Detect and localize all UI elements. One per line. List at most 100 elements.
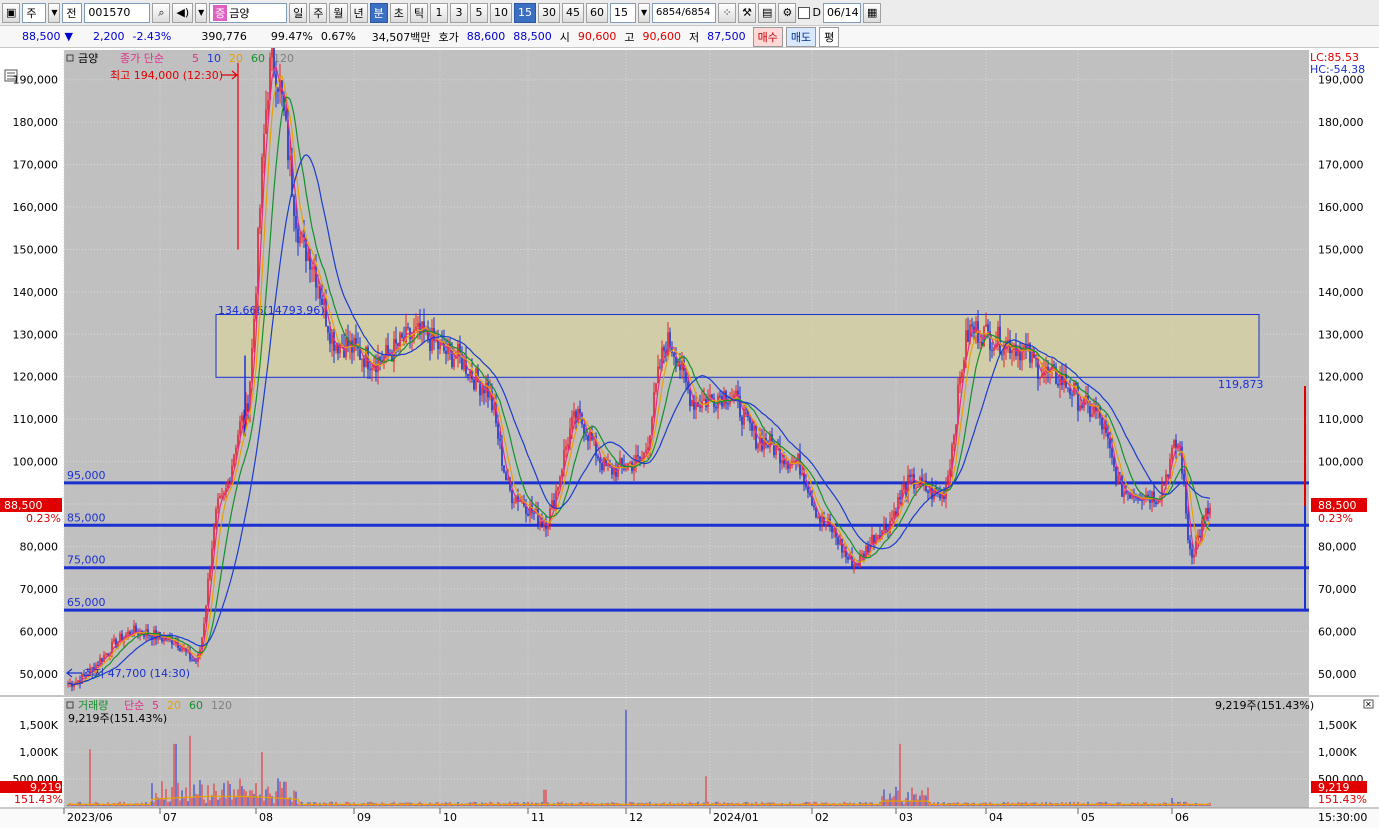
candle-body — [775, 445, 777, 456]
save-icon[interactable]: ▤ — [758, 2, 777, 23]
tools-icon[interactable]: ⚒ — [738, 2, 757, 23]
candle-body — [673, 352, 675, 357]
calendar-icon[interactable]: ▦ — [862, 2, 882, 23]
candle-body — [191, 659, 193, 661]
candle-body — [637, 455, 639, 457]
y-tick-right: 80,000 — [1318, 540, 1357, 553]
candle-body — [297, 228, 299, 244]
candle-body — [499, 438, 501, 441]
high-label: 고 — [624, 30, 635, 44]
candle-body — [567, 444, 569, 447]
y-tick-left: 130,000 — [13, 328, 59, 341]
interval-button-45[interactable]: 45 — [562, 2, 585, 23]
candle-body — [663, 347, 665, 351]
candle-body — [1157, 501, 1159, 504]
period-day-button[interactable]: 일 — [289, 2, 308, 23]
candle-body — [1191, 549, 1193, 558]
candle-body — [1071, 394, 1073, 396]
candle-body — [871, 534, 873, 544]
count-field[interactable]: 6854/6854 — [652, 2, 717, 23]
candle-body — [727, 403, 729, 405]
buy-button[interactable]: 매수 — [752, 26, 783, 47]
interval-button-60[interactable]: 60 — [586, 2, 609, 23]
stock-name-field[interactable]: 증 금양 — [209, 2, 288, 23]
candle-body — [667, 332, 669, 356]
x-tick-label: 12 — [629, 811, 643, 824]
candle-body — [741, 416, 743, 425]
candle-body — [1183, 473, 1185, 482]
period-week-button[interactable]: 주 — [309, 2, 328, 23]
interval-input[interactable]: 15 — [610, 2, 637, 23]
chart-area[interactable]: 134,666(14793.96) 119,873 95,000 85,000 75… — [0, 35, 1379, 828]
chevron-down-icon[interactable]: ▼ — [48, 2, 61, 23]
dots-icon[interactable]: ⁘ — [718, 2, 737, 23]
chevron-down-icon[interactable]: ▼ — [638, 2, 651, 23]
candle-body — [445, 351, 447, 354]
period-month-button[interactable]: 월 — [329, 2, 348, 23]
candle-body — [587, 435, 589, 441]
ask1: 88,600 — [466, 30, 506, 43]
chevron-down-icon[interactable]: ▼ — [195, 2, 208, 23]
candle-body — [507, 478, 509, 481]
x-tick-label: 04 — [989, 811, 1003, 824]
candle-body — [903, 484, 905, 490]
candle-body — [1011, 349, 1013, 354]
candle-body — [77, 680, 79, 683]
interval-button-5[interactable]: 5 — [470, 2, 489, 23]
candle-body — [971, 324, 973, 327]
sound-icon[interactable]: ◀) — [172, 2, 194, 23]
candle-body — [497, 423, 499, 439]
y-tick-left: 190,000 — [13, 74, 59, 87]
market-type-select[interactable]: 주 — [22, 2, 47, 23]
ma-legend-item: 5 — [192, 52, 199, 65]
period-tick-button[interactable]: 틱 — [409, 2, 429, 23]
candle-body — [847, 557, 849, 560]
candle-body — [289, 155, 291, 161]
checkbox-label: D — [812, 6, 821, 19]
interval-button-10[interactable]: 10 — [490, 2, 513, 23]
candle-body — [253, 318, 255, 348]
candle-body — [807, 487, 809, 493]
candle-body — [809, 492, 811, 496]
current-price-tag-right-text: 88,500 — [1318, 499, 1357, 512]
sell-button[interactable]: 매도 — [785, 26, 817, 47]
candle-body — [1073, 382, 1075, 396]
candle-body — [1139, 499, 1141, 501]
candle-body — [837, 537, 839, 545]
candle-body — [751, 423, 753, 431]
candle-body — [599, 458, 601, 464]
interval-button-3[interactable]: 3 — [450, 2, 469, 23]
y-tick-left: 150,000 — [13, 243, 59, 256]
search-icon[interactable]: ⌕ — [152, 2, 171, 23]
candle-body — [311, 267, 313, 270]
volume-ma-legend-item: 60 — [189, 699, 203, 712]
interval-button-1[interactable]: 1 — [430, 2, 449, 23]
current-pct-tag-right: 0.23% — [1318, 512, 1353, 525]
candle-body — [533, 512, 535, 514]
period-year-button[interactable]: 년 — [349, 2, 368, 23]
low-price: 87,500 — [707, 30, 746, 43]
candle-body — [993, 347, 995, 351]
interval-button-15[interactable]: 15 — [514, 2, 537, 23]
stock-code-input[interactable]: 001570 — [84, 2, 151, 23]
interval-button-30[interactable]: 30 — [538, 2, 561, 23]
candle-body — [1187, 513, 1189, 541]
candle-body — [1171, 447, 1173, 459]
period-minute-button[interactable]: 분 — [369, 2, 388, 23]
candle-body — [1021, 347, 1023, 361]
candle-body — [615, 467, 617, 477]
window-icon[interactable]: ▣ — [2, 2, 21, 23]
x-tick-label: 02 — [815, 811, 829, 824]
price-volume-chart[interactable]: 134,666(14793.96) 119,873 95,000 85,000 75… — [0, 35, 1379, 828]
period-second-button[interactable]: 초 — [389, 2, 408, 23]
candle-body — [703, 399, 705, 401]
date-checkbox[interactable] — [798, 6, 811, 19]
gear-icon[interactable]: ⚙ — [778, 2, 797, 23]
candle-body — [173, 643, 175, 645]
exchange-select[interactable]: 전 — [62, 2, 83, 23]
candle-body — [407, 326, 409, 328]
date-input[interactable]: 06/14 — [822, 2, 861, 23]
eval-button[interactable]: 평 — [819, 26, 840, 47]
volume-ma-legend-item: 5 — [152, 699, 159, 712]
candle-body — [217, 498, 219, 510]
